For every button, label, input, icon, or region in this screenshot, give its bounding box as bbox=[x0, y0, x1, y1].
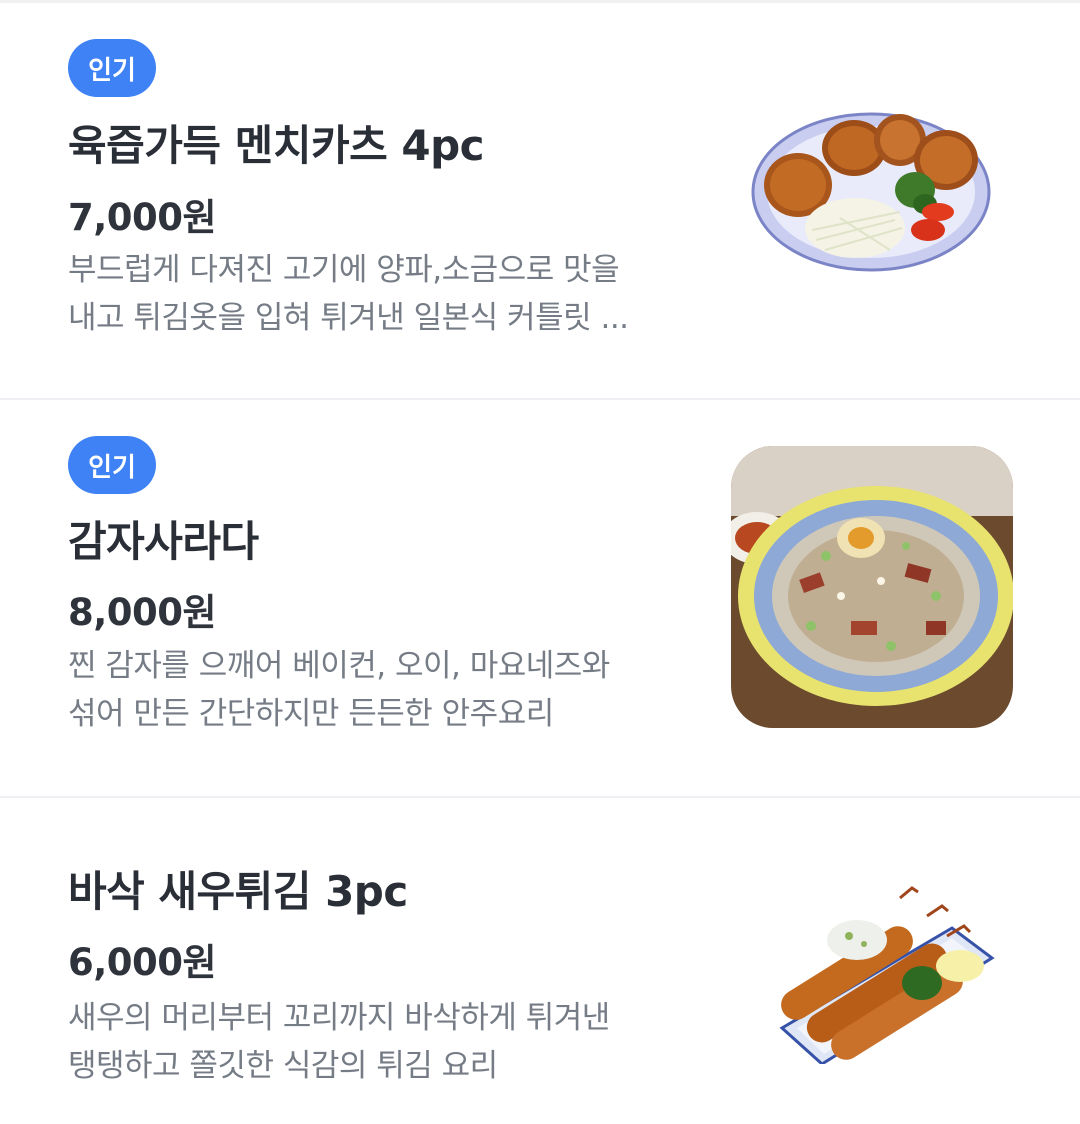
menu-item-menchi-katsu[interactable]: 인기 육즙가득 멘치카츠 4pc 7,000원 부드럽게 다져진 고기에 양파,… bbox=[0, 0, 1080, 398]
menchi-katsu-photo bbox=[751, 112, 991, 272]
menu-item-price: 8,000원 bbox=[68, 591, 217, 634]
menu-item-description: 새우의 머리부터 꼬리까지 바삭하게 튀겨낸 탱탱하고 쫄깃한 식감의 튀김 요… bbox=[68, 1000, 610, 1084]
menu-item-price: 7,000원 bbox=[68, 196, 217, 239]
potato-salad-photo bbox=[731, 446, 1013, 728]
menu-item-name: 바삭 새우튀김 3pc bbox=[68, 867, 408, 916]
fried-shrimp-photo bbox=[779, 886, 995, 1064]
menu-item-fried-shrimp[interactable]: 바삭 새우튀김 3pc 6,000원 새우의 머리부터 꼬리까지 바삭하게 튀겨… bbox=[0, 798, 1080, 1124]
menu-item-name: 감자사라다 bbox=[68, 517, 259, 566]
menu-item-price: 6,000원 bbox=[68, 941, 217, 984]
menu-item-potato-salad[interactable]: 인기 감자사라다 8,000원 찐 감자를 으깨어 베이컨, 오이, 마요네즈와… bbox=[0, 400, 1080, 796]
menu-item-description: 부드럽게 다져진 고기에 양파,소금으로 맛을 내고 튀김옷을 입혀 튀겨낸 일… bbox=[68, 252, 629, 336]
popular-badge: 인기 bbox=[68, 39, 156, 97]
menu-item-description: 찐 감자를 으깨어 베이컨, 오이, 마요네즈와 섞어 만든 간단하지만 든든한… bbox=[68, 648, 610, 732]
popular-badge: 인기 bbox=[68, 436, 156, 494]
menu-item-name: 육즙가득 멘치카츠 4pc bbox=[68, 121, 485, 170]
